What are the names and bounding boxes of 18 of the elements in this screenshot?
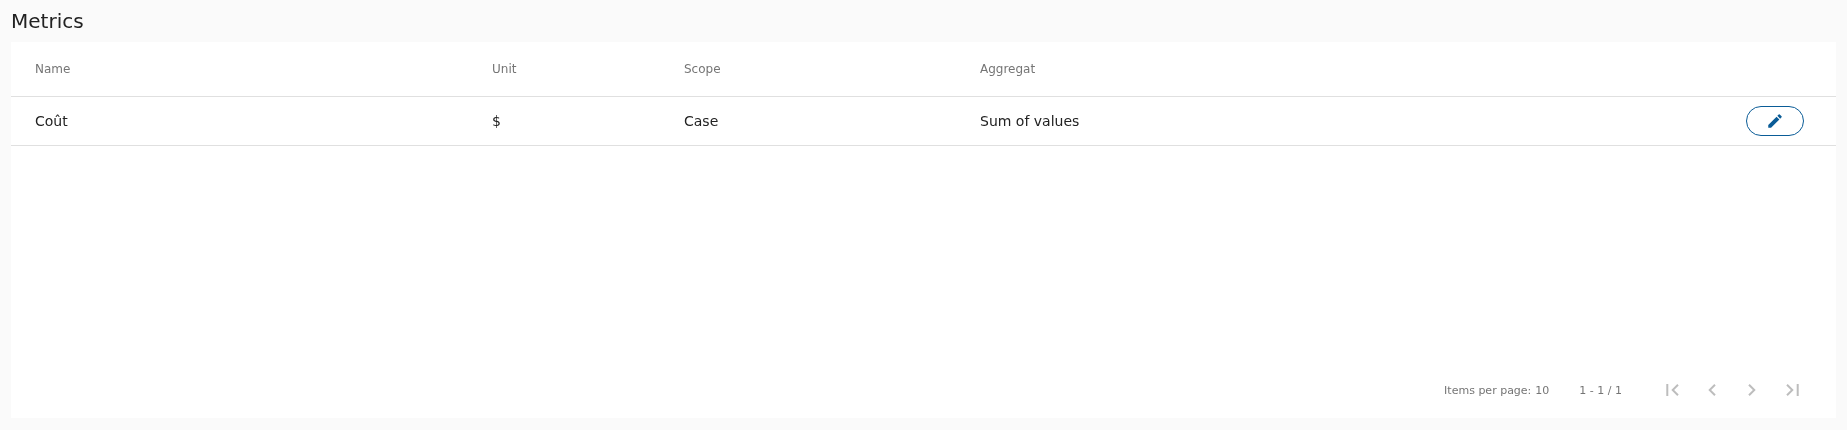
edit-button[interactable] [1746,106,1804,136]
chevron-bar-icon [1665,384,1679,396]
items-per-page-label: Items per page: [1444,383,1532,397]
table-cell: Coût [35,113,68,129]
table-cell: $ [492,113,501,129]
column-header: Name [35,62,71,76]
page-range: 1 - 1 / 1 [1579,383,1622,397]
chevron-icon [1748,384,1756,396]
column-header: Scope [684,62,721,76]
column-header: Aggregat [980,62,1036,76]
table-cell: Sum of values [980,113,1080,129]
chevron-bar-icon [1785,384,1799,396]
pencil-icon [1766,112,1784,130]
items-per-page-value[interactable]: 10 [1535,383,1550,397]
chevron-icon [1708,384,1716,396]
page-title: Metrics [10,8,85,35]
column-header: Unit [492,62,517,76]
table-cell: Case [684,113,719,129]
